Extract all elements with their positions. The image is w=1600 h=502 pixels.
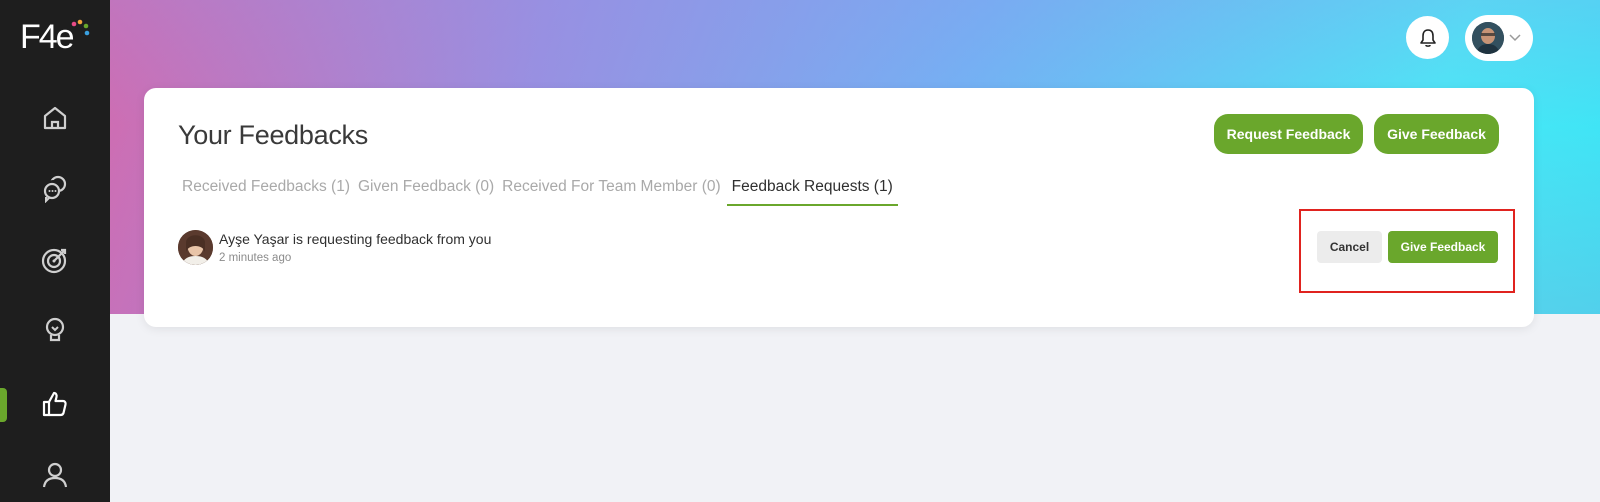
chevron-down-icon (1509, 34, 1521, 42)
avatar (1472, 22, 1504, 54)
feedback-tabs: Received Feedbacks (1) Given Feedback (0… (182, 178, 906, 206)
notifications-button[interactable] (1406, 16, 1449, 59)
feedbacks-card: Your Feedbacks Request Feedback Give Fee… (144, 88, 1534, 327)
requester-avatar (178, 230, 213, 265)
chat-bubbles-icon (43, 175, 67, 203)
lightbulb-icon (45, 317, 65, 342)
cancel-request-button[interactable]: Cancel (1317, 231, 1382, 263)
sidebar-item-feedback[interactable] (0, 374, 110, 434)
app-logo[interactable]: F4e (20, 16, 100, 56)
tab-received-for-team-member[interactable]: Received For Team Member (0) (502, 178, 721, 206)
bell-icon (1419, 28, 1436, 47)
user-icon (42, 462, 68, 488)
sidebar-item-home[interactable] (0, 88, 110, 148)
thumbs-up-icon (42, 391, 67, 417)
tab-given-feedback[interactable]: Given Feedback (0) (358, 178, 494, 206)
give-feedback-request-button[interactable]: Give Feedback (1388, 231, 1498, 263)
page-title: Your Feedbacks (178, 120, 368, 150)
request-message: Ayşe Yaşar is requesting feedback from y… (219, 231, 492, 247)
feedback-request-item: Ayşe Yaşar is requesting feedback from y… (178, 230, 1508, 270)
sidebar-item-people[interactable] (0, 444, 110, 502)
request-feedback-button[interactable]: Request Feedback (1214, 114, 1363, 154)
sidebar-item-conversations[interactable] (0, 158, 110, 218)
give-feedback-button[interactable]: Give Feedback (1374, 114, 1499, 154)
svg-text:F4e: F4e (20, 18, 74, 56)
request-timestamp: 2 minutes ago (219, 252, 292, 264)
profile-menu-button[interactable] (1465, 15, 1533, 61)
sidebar-item-ideas[interactable] (0, 300, 110, 360)
target-icon (41, 248, 67, 274)
home-icon (43, 106, 67, 130)
sidebar-item-goals[interactable] (0, 230, 110, 290)
sidebar: F4e (0, 0, 110, 502)
tab-received-feedbacks[interactable]: Received Feedbacks (1) (182, 178, 350, 206)
tab-feedback-requests[interactable]: Feedback Requests (1) (726, 178, 898, 206)
